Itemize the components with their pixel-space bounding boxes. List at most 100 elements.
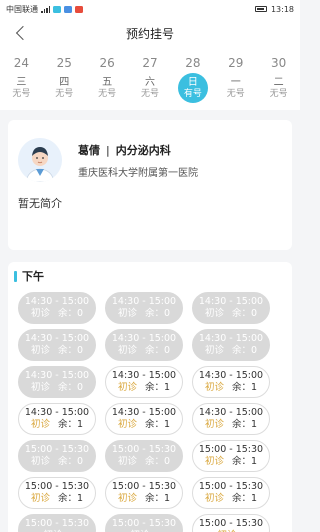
date-item[interactable]: 26 五无号	[86, 48, 129, 110]
slot-type: 初诊	[204, 456, 224, 467]
slot-remaining: 余：0	[144, 308, 171, 319]
slot-type: 初诊	[117, 308, 137, 319]
slot-info: 初诊 余：0	[31, 456, 83, 468]
slot-type: 初诊	[30, 308, 50, 319]
slot-time: 14:30 - 15:00	[24, 370, 90, 381]
time-slot: 14:30 - 15:00 初诊 余：0	[192, 329, 270, 361]
slot-type: 初诊	[30, 382, 50, 393]
slot-type: 初诊	[204, 493, 224, 504]
signal-icon	[41, 5, 50, 13]
slot-time: 14:30 - 15:00	[24, 407, 90, 418]
date-availability: 无号	[55, 88, 74, 99]
date-item[interactable]: 27 六无号	[129, 48, 172, 110]
slot-remaining: 余：1	[57, 493, 84, 504]
date-weekday: 一	[230, 76, 241, 88]
slot-type: 初诊	[204, 382, 224, 393]
slot-remaining: 余：1	[231, 419, 258, 430]
doctor-intro: 暂无简介	[18, 197, 62, 210]
date-pill: 二无号	[264, 73, 294, 103]
slot-remaining: 余：1	[144, 419, 171, 430]
slot-time: 14:30 - 15:00	[111, 370, 177, 381]
slot-type: 初诊	[30, 456, 50, 467]
date-availability: 无号	[269, 88, 288, 99]
slot-info: 初诊 余：0	[205, 308, 257, 320]
slot-info: 初诊 余：0	[118, 345, 170, 357]
slot-time: 15:00 - 15:30	[111, 481, 177, 492]
slot-time: 14:30 - 15:00	[111, 296, 177, 307]
date-day-number: 25	[56, 56, 72, 70]
page-title: 预约挂号	[125, 26, 174, 41]
app-notification-icon	[64, 5, 72, 13]
slot-info: 初诊 余：1	[31, 493, 83, 505]
slot-time: 14:30 - 15:00	[111, 407, 177, 418]
slot-type: 初诊	[117, 345, 137, 356]
time-slot[interactable]: 15:00 - 15:30 初诊 余：1	[105, 477, 183, 509]
time-slot[interactable]: 15:00 - 15:30 初诊 余：1	[192, 477, 270, 509]
date-availability: 无号	[98, 88, 117, 99]
slot-type: 初诊	[117, 456, 137, 467]
time-slot[interactable]: 14:30 - 15:00 初诊 余：1	[105, 366, 183, 398]
slot-info: 初诊 余：1	[118, 493, 170, 505]
slot-info: 初诊 余：1	[205, 456, 257, 468]
date-pill: 四无号	[49, 73, 79, 103]
slot-info: 初诊 余：0	[31, 308, 83, 320]
date-weekday: 三	[16, 76, 27, 88]
doctor-name-line: 葛倩 | 内分泌内科	[78, 142, 171, 158]
slot-type: 初诊	[117, 419, 137, 430]
time-slot[interactable]: 15:00 - 15:30 初诊 余：1	[18, 477, 96, 509]
slot-info: 初诊 余：1	[205, 493, 257, 505]
date-item[interactable]: 29 一无号	[214, 48, 257, 110]
slot-info: 初诊 余：1	[205, 419, 257, 431]
time-slot: 15:00 - 15:30初诊	[105, 514, 183, 532]
slot-time: 15:00 - 15:30	[111, 518, 177, 529]
time-slot[interactable]: 14:30 - 15:00 初诊 余：1	[192, 403, 270, 435]
app-notification-icon	[75, 5, 83, 13]
slot-time: 15:00 - 15:30	[24, 518, 90, 529]
slot-remaining: 余：0	[57, 345, 84, 356]
slot-remaining: 余：1	[231, 382, 258, 393]
date-item[interactable]: 24 三无号	[0, 48, 43, 110]
slot-remaining: 余：1	[231, 456, 258, 467]
slot-info: 初诊 余：0	[118, 456, 170, 468]
slot-remaining: 余：1	[144, 493, 171, 504]
slot-remaining: 余：0	[57, 382, 84, 393]
date-item[interactable]: 25 四无号	[43, 48, 86, 110]
slot-remaining: 余：0	[57, 308, 84, 319]
time-slot[interactable]: 14:30 - 15:00 初诊 余：1	[105, 403, 183, 435]
slot-remaining: 余：1	[231, 493, 258, 504]
doctor-card: 葛倩 | 内分泌内科 重庆医科大学附属第一医院 暂无简介	[8, 120, 292, 250]
date-day-number: 28	[185, 56, 201, 70]
time-slot[interactable]: 15:00 - 15:30初诊	[192, 514, 270, 532]
slot-type: 初诊	[204, 345, 224, 356]
separator: |	[106, 144, 110, 157]
time-slot: 14:30 - 15:00 初诊 余：0	[105, 329, 183, 361]
clock-label: 13:18	[270, 4, 294, 14]
date-item[interactable]: 30 二无号	[257, 48, 300, 110]
slot-info: 初诊 余：0	[118, 308, 170, 320]
date-day-number: 30	[270, 56, 287, 70]
date-day-number: 29	[228, 56, 244, 70]
date-weekday: 四	[59, 76, 70, 88]
slot-remaining: 余：0	[144, 456, 171, 467]
slot-info: 初诊 余：0	[205, 345, 257, 357]
date-pill: 五无号	[92, 73, 122, 103]
back-chevron-icon[interactable]	[14, 25, 28, 41]
date-item[interactable]: 28 日有号	[171, 48, 214, 110]
date-weekday: 六	[145, 76, 155, 88]
slot-type: 初诊	[117, 382, 137, 393]
slot-remaining: 余：0	[231, 308, 258, 319]
slot-info: 初诊 余：1	[205, 382, 257, 394]
time-slot: 14:30 - 15:00 初诊 余：0	[192, 292, 270, 324]
time-slot[interactable]: 14:30 - 15:00 初诊 余：1	[192, 366, 270, 398]
slot-remaining: 余：1	[57, 419, 84, 430]
slot-time: 15:00 - 15:30	[198, 481, 264, 492]
doctor-hospital: 重庆医科大学附属第一医院	[78, 168, 198, 179]
slot-time: 14:30 - 15:00	[198, 407, 264, 418]
doctor-department: 内分泌内科	[115, 144, 171, 157]
date-pill: 三无号	[6, 73, 36, 103]
slot-type: 初诊	[204, 419, 224, 430]
time-slot: 14:30 - 15:00 初诊 余：0	[18, 292, 96, 324]
time-slot[interactable]: 14:30 - 15:00 初诊 余：1	[18, 403, 96, 435]
time-slot[interactable]: 15:00 - 15:30 初诊 余：1	[192, 440, 270, 472]
slot-time: 14:30 - 15:00	[24, 296, 90, 307]
